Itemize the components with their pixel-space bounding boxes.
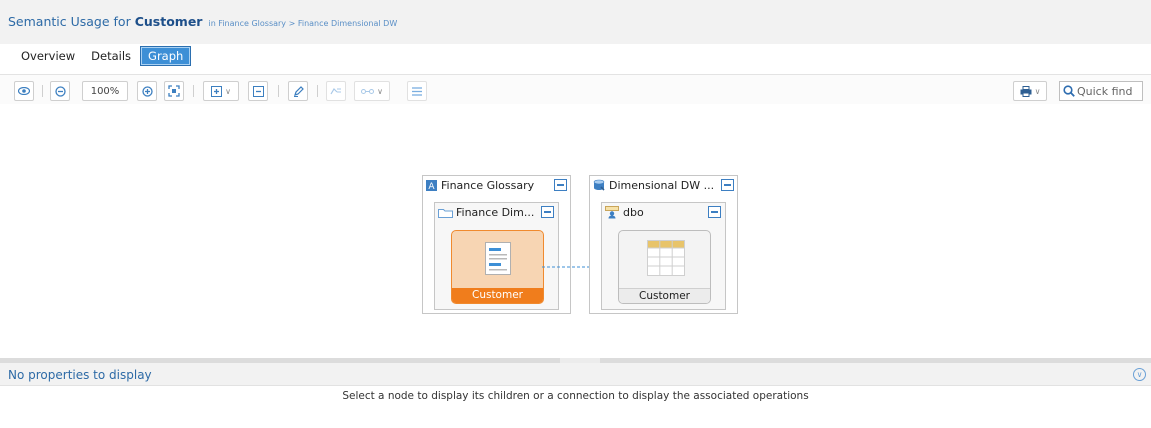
title-bar: Semantic Usage for Customer in Finance Glo… [0,0,1151,66]
glossary-icon: A [426,180,437,191]
collapse-schema-button[interactable] [708,206,721,218]
tab-details[interactable]: Details [84,47,138,65]
zoom-in-icon[interactable] [137,81,157,101]
glossary-title: Finance Glossary [441,179,535,192]
zoom-level[interactable]: 100% [82,81,128,101]
properties-empty-text: No properties to display [8,368,152,382]
datasource-group-header: Dimensional DW ... [590,176,737,195]
fit-to-screen-icon[interactable] [164,81,184,101]
database-icon [593,179,605,191]
list-view-icon[interactable] [407,81,427,101]
properties-hint: Select a node to display its children or… [342,390,809,402]
collapse-datasource-button[interactable] [721,179,734,191]
datasource-group[interactable]: Dimensional DW ... dbo Customer [589,175,738,314]
tab-overview[interactable]: Overview [14,47,82,65]
table-icon [647,240,685,276]
page-title: Semantic Usage for Customer in Finance Glo… [8,14,397,29]
title-object: Customer [134,14,203,29]
print-icon [1020,85,1032,97]
datasource-title: Dimensional DW ... [609,179,715,192]
layout-icon [361,88,375,94]
toolbar-divider [193,85,194,97]
toolbar-divider [42,85,43,97]
glossary-group[interactable]: A Finance Glossary Finance Dim... Custom [422,175,571,314]
term-node-label: Customer [452,288,543,303]
table-node-label: Customer [619,288,710,303]
folder-icon [438,209,453,218]
schema-header: dbo [602,203,725,222]
quick-find-placeholder: Quick find [1077,84,1133,98]
eye-icon[interactable] [14,81,34,101]
toolbar-divider [317,85,318,97]
breadcrumb[interactable]: in Finance Glossary > Finance Dimensiona… [208,19,397,28]
quick-find-input[interactable]: Quick find [1059,81,1143,101]
print-dropdown-button[interactable]: ∨ [1013,81,1047,101]
collapse-folder-button[interactable] [541,206,554,218]
schema-icon [605,206,619,219]
chevron-down-icon: ∨ [1034,86,1041,96]
lineage-path-icon[interactable] [326,81,346,101]
chevron-down-icon: ∨ [377,86,383,96]
chevron-down-icon: ∨ [225,86,231,96]
expand-all-icon [211,85,223,97]
toolbar-divider [278,85,279,97]
title-prefix: Semantic Usage for [8,14,131,29]
search-icon [1063,85,1075,97]
glossary-folder[interactable]: Finance Dim... Customer [434,202,559,310]
folder-header: Finance Dim... [435,203,558,222]
tab-graph[interactable]: Graph [140,46,192,66]
zoom-out-icon[interactable] [50,81,70,101]
layout-dropdown-button[interactable]: ∨ [354,81,390,101]
expand-panel-icon[interactable]: ∨ [1133,368,1146,381]
folder-title: Finance Dim... [456,206,535,219]
properties-panel-header: No properties to display ∨ [0,363,1151,386]
graph-canvas[interactable]: A Finance Glossary Finance Dim... Custom [0,105,1151,358]
schema-group[interactable]: dbo Customer [601,202,726,310]
term-document-icon [485,242,511,275]
table-node-customer[interactable]: Customer [618,230,711,304]
collapse-glossary-button[interactable] [554,179,567,191]
glossary-group-header: A Finance Glossary [423,176,570,195]
graph-toolbar: 100% ∨ ∨ ∨ Quick find [0,74,1151,104]
collapse-all-icon[interactable] [248,81,268,101]
expand-dropdown-button[interactable]: ∨ [203,81,239,101]
tab-bar: Overview Details Graph [14,44,192,68]
schema-title: dbo [623,206,644,219]
term-node-customer[interactable]: Customer [451,230,544,304]
svg-text:A: A [428,182,435,191]
highlight-pen-icon[interactable] [288,81,308,101]
